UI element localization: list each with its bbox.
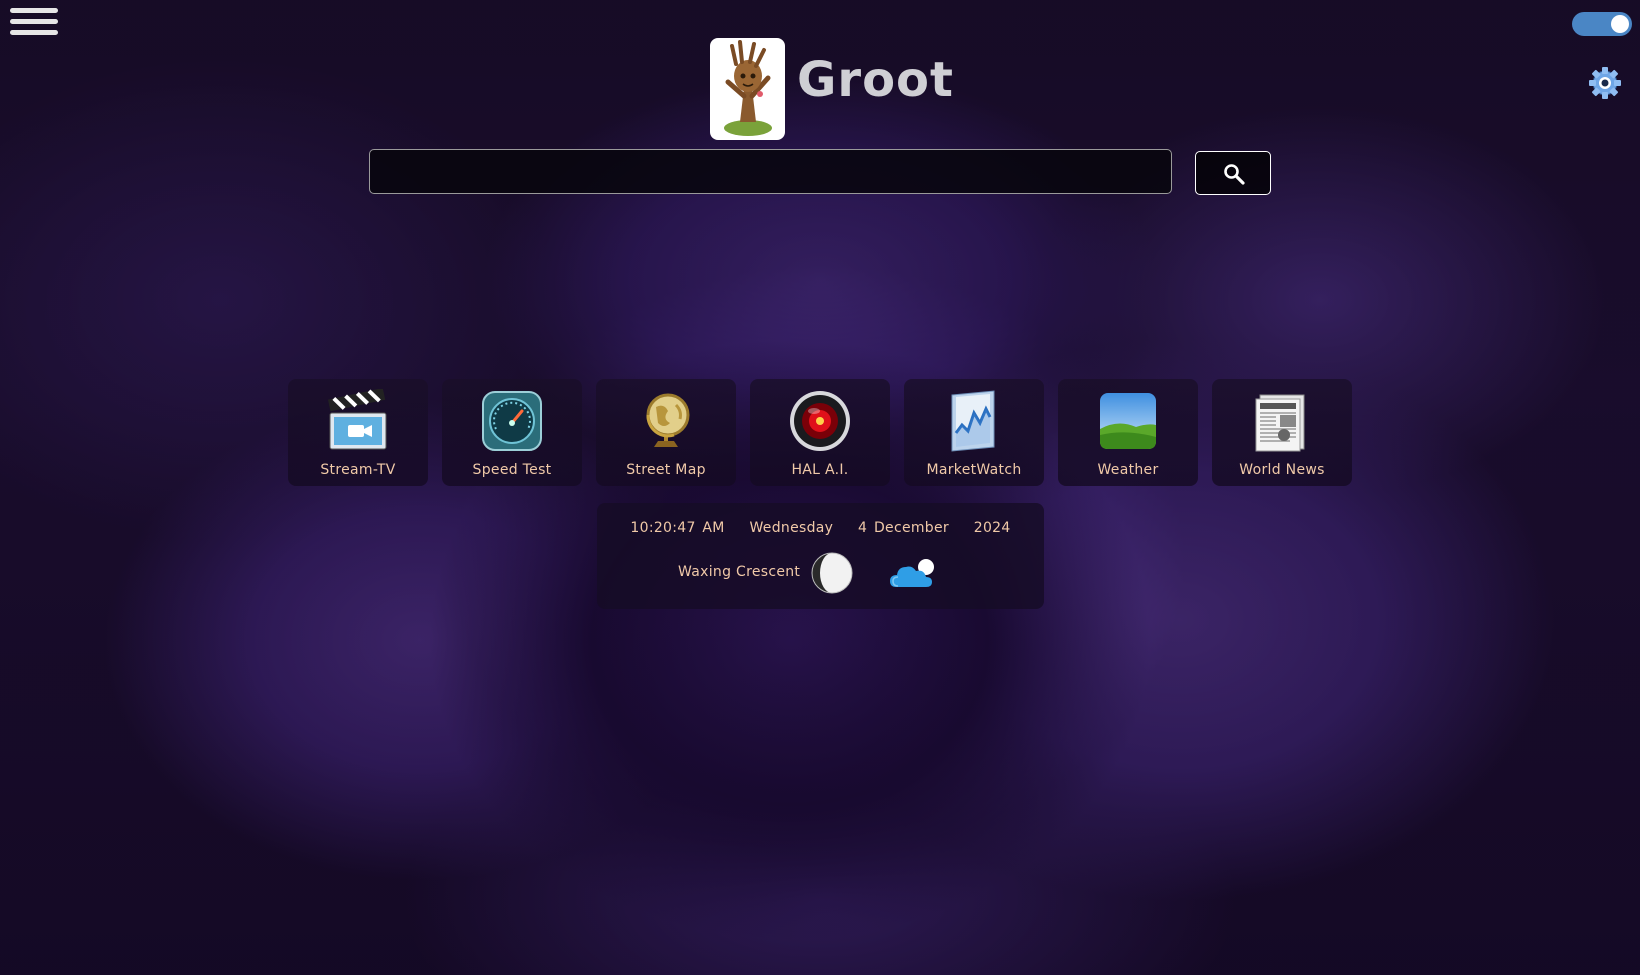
weekday: Wednesday <box>749 520 834 536</box>
groot-logo <box>710 38 785 140</box>
app-tile-world-news[interactable]: World News <box>1212 379 1352 486</box>
app-tile-marketwatch[interactable]: MarketWatch <box>904 379 1044 486</box>
app-tile-stream-tv[interactable]: Stream-TV <box>288 379 428 486</box>
app-label: MarketWatch <box>926 462 1022 478</box>
menu-bar <box>10 30 58 35</box>
search-button[interactable] <box>1195 151 1271 195</box>
app-label: Speed Test <box>472 462 552 478</box>
moon-phase-icon <box>811 552 853 594</box>
app-label: Stream-TV <box>320 462 396 478</box>
moon-phase-label: Waxing Crescent <box>678 564 801 580</box>
globe-icon <box>646 393 690 447</box>
app-tile-street-map[interactable]: Street Map <box>596 379 736 486</box>
search-input[interactable] <box>369 149 1172 194</box>
landscape-icon <box>1100 393 1156 449</box>
menu-bar <box>10 19 58 24</box>
year: 2024 <box>973 520 1011 536</box>
date: 4 December <box>858 520 949 536</box>
theme-toggle[interactable] <box>1572 12 1632 36</box>
datetime-panel: 10:20:47 AM Wednesday 4 December 2024 Wa… <box>597 503 1044 609</box>
brand-title: Groot <box>797 52 954 108</box>
clapperboard-icon <box>327 389 387 450</box>
clock-time: 10:20:47 AM <box>630 520 725 536</box>
stock-chart-icon <box>951 390 995 452</box>
speedometer-icon <box>482 391 542 451</box>
app-label: World News <box>1239 462 1325 478</box>
partly-cloudy-icon <box>890 559 934 587</box>
toggle-knob <box>1611 15 1629 33</box>
app-tile-hal-ai[interactable]: HAL A.I. <box>750 379 890 486</box>
search-icon <box>1224 164 1245 185</box>
app-label: HAL A.I. <box>791 462 849 478</box>
menu-bar <box>10 8 58 13</box>
gear-icon[interactable] <box>1588 66 1622 100</box>
app-tile-speed-test[interactable]: Speed Test <box>442 379 582 486</box>
hal-eye-icon <box>790 391 850 451</box>
hamburger-menu-icon[interactable] <box>10 8 58 40</box>
app-label: Weather <box>1097 462 1159 478</box>
newspaper-icon <box>1255 394 1305 452</box>
app-label: Street Map <box>626 462 706 478</box>
app-tile-weather[interactable]: Weather <box>1058 379 1198 486</box>
datetime-row: 10:20:47 AM Wednesday 4 December 2024 <box>597 520 1044 536</box>
